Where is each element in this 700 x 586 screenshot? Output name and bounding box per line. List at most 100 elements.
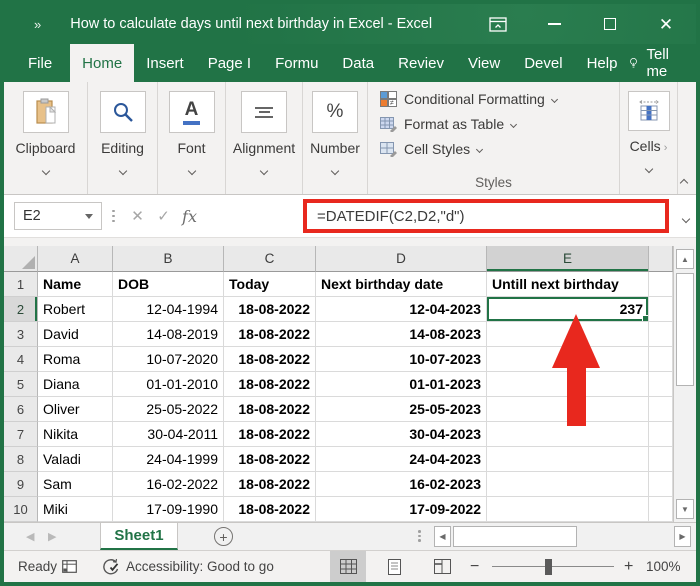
add-sheet-button[interactable]: + (214, 527, 233, 546)
row-header-8[interactable]: 8 (4, 447, 38, 472)
cell-B6[interactable]: 25-05-2022 (113, 397, 224, 422)
column-header-A[interactable]: A (38, 246, 113, 272)
cell-E8[interactable] (487, 447, 649, 472)
cell-C9[interactable]: 18-08-2022 (224, 472, 316, 497)
sheet-nav-left-icon[interactable]: ◀ (26, 530, 34, 543)
normal-view-button[interactable] (330, 551, 366, 582)
tab-file[interactable]: File (10, 44, 70, 82)
cell-D8[interactable]: 24-04-2023 (316, 447, 487, 472)
row-header-2[interactable]: 2 (4, 297, 38, 322)
row-header-7[interactable]: 7 (4, 422, 38, 447)
quick-access-overflow-icon[interactable]: » (34, 17, 42, 32)
tell-me-button[interactable]: Tell me (629, 46, 675, 80)
cell-F1[interactable] (649, 272, 673, 297)
horizontal-scroll-thumb[interactable] (453, 526, 577, 547)
cell-E4[interactable] (487, 347, 649, 372)
scroll-left-icon[interactable]: ◀ (434, 526, 451, 547)
sheet-nav-right-icon[interactable]: ▶ (48, 530, 56, 543)
cell-B5[interactable]: 01-01-2010 (113, 372, 224, 397)
cell-C8[interactable]: 18-08-2022 (224, 447, 316, 472)
cell-A3[interactable]: David (38, 322, 113, 347)
tab-formu[interactable]: Formu (263, 44, 330, 82)
row-header-9[interactable]: 9 (4, 472, 38, 497)
formula-input[interactable]: =DATEDIF(C2,D2,"d") (317, 208, 464, 225)
cell-B4[interactable]: 10-07-2020 (113, 347, 224, 372)
close-button[interactable]: ✕ (656, 14, 676, 34)
cell-C5[interactable]: 18-08-2022 (224, 372, 316, 397)
cell-E1[interactable]: Untill next birthday (487, 272, 649, 297)
row-header-3[interactable]: 3 (4, 322, 38, 347)
cell-D5[interactable]: 01-01-2023 (316, 372, 487, 397)
row-header-5[interactable]: 5 (4, 372, 38, 397)
maximize-button[interactable] (600, 14, 620, 34)
page-break-view-button[interactable] (424, 551, 460, 582)
cell-A9[interactable]: Sam (38, 472, 113, 497)
zoom-slider-thumb[interactable] (545, 559, 552, 575)
cell-E5[interactable] (487, 372, 649, 397)
cell-C6[interactable]: 18-08-2022 (224, 397, 316, 422)
cell-E2[interactable]: 237 (487, 297, 649, 322)
cell-C10[interactable]: 18-08-2022 (224, 497, 316, 522)
cell-C2[interactable]: 18-08-2022 (224, 297, 316, 322)
cell-C7[interactable]: 18-08-2022 (224, 422, 316, 447)
accessibility-checker[interactable]: Accessibility: Good to go (102, 551, 274, 582)
cell-F8[interactable] (649, 447, 673, 472)
cell-D7[interactable]: 30-04-2023 (316, 422, 487, 447)
tab-view[interactable]: View (456, 44, 512, 82)
cell-B9[interactable]: 16-02-2022 (113, 472, 224, 497)
cell-B3[interactable]: 14-08-2019 (113, 322, 224, 347)
ribbon-display-options-icon[interactable] (488, 14, 508, 34)
tab-page-i[interactable]: Page I (196, 44, 263, 82)
cell-B2[interactable]: 12-04-1994 (113, 297, 224, 322)
clipboard-group[interactable]: Clipboard (4, 82, 88, 194)
cell-B10[interactable]: 17-09-1990 (113, 497, 224, 522)
cell-F10[interactable] (649, 497, 673, 522)
column-header-B[interactable]: B (113, 246, 224, 272)
enter-icon[interactable]: ✓ (151, 207, 177, 225)
name-box-dropdown-icon[interactable] (85, 214, 93, 219)
editing-group[interactable]: Editing (88, 82, 158, 194)
cell-D9[interactable]: 16-02-2023 (316, 472, 487, 497)
number-group[interactable]: % Number (303, 82, 368, 194)
row-header-4[interactable]: 4 (4, 347, 38, 372)
row-header-1[interactable]: 1 (4, 272, 38, 297)
zoom-slider-track[interactable] (492, 551, 614, 582)
cell-F9[interactable] (649, 472, 673, 497)
cell-F6[interactable] (649, 397, 673, 422)
sheet-tab-sheet1[interactable]: Sheet1 (100, 523, 178, 550)
row-header-10[interactable]: 10 (4, 497, 38, 522)
cell-F4[interactable] (649, 347, 673, 372)
cell-F7[interactable] (649, 422, 673, 447)
cell-C1[interactable]: Today (224, 272, 316, 297)
scroll-right-icon[interactable]: ▶ (674, 526, 691, 547)
cell-styles-button[interactable]: Cell Styles (380, 141, 482, 157)
scroll-down-icon[interactable]: ▼ (676, 499, 694, 519)
scroll-up-icon[interactable]: ▲ (676, 249, 694, 269)
tab-help[interactable]: Help (575, 44, 630, 82)
page-layout-view-button[interactable] (376, 551, 412, 582)
cell-A4[interactable]: Roma (38, 347, 113, 372)
cell-E6[interactable] (487, 397, 649, 422)
conditional-formatting-button[interactable]: ≠ Conditional Formatting (380, 91, 557, 107)
cell-B8[interactable]: 24-04-1999 (113, 447, 224, 472)
select-all-corner[interactable] (4, 246, 38, 272)
cell-D4[interactable]: 10-07-2023 (316, 347, 487, 372)
cell-A10[interactable]: Miki (38, 497, 113, 522)
alignment-group[interactable]: Alignment (226, 82, 303, 194)
cell-C3[interactable]: 18-08-2022 (224, 322, 316, 347)
tab-home[interactable]: Home (70, 44, 134, 82)
vertical-scroll-thumb[interactable] (676, 273, 694, 386)
cell-E7[interactable] (487, 422, 649, 447)
cell-D6[interactable]: 25-05-2023 (316, 397, 487, 422)
column-header-D[interactable]: D (316, 246, 487, 272)
cell-C4[interactable]: 18-08-2022 (224, 347, 316, 372)
cell-E9[interactable] (487, 472, 649, 497)
cell-D10[interactable]: 17-09-2022 (316, 497, 487, 522)
cell-D1[interactable]: Next birthday date (316, 272, 487, 297)
name-box[interactable]: E2 (14, 202, 102, 230)
cell-F3[interactable] (649, 322, 673, 347)
tab-devel[interactable]: Devel (512, 44, 574, 82)
collapse-ribbon-icon[interactable] (680, 179, 688, 187)
cell-E3[interactable] (487, 322, 649, 347)
vertical-scrollbar[interactable]: ▲ ▼ (673, 246, 696, 522)
